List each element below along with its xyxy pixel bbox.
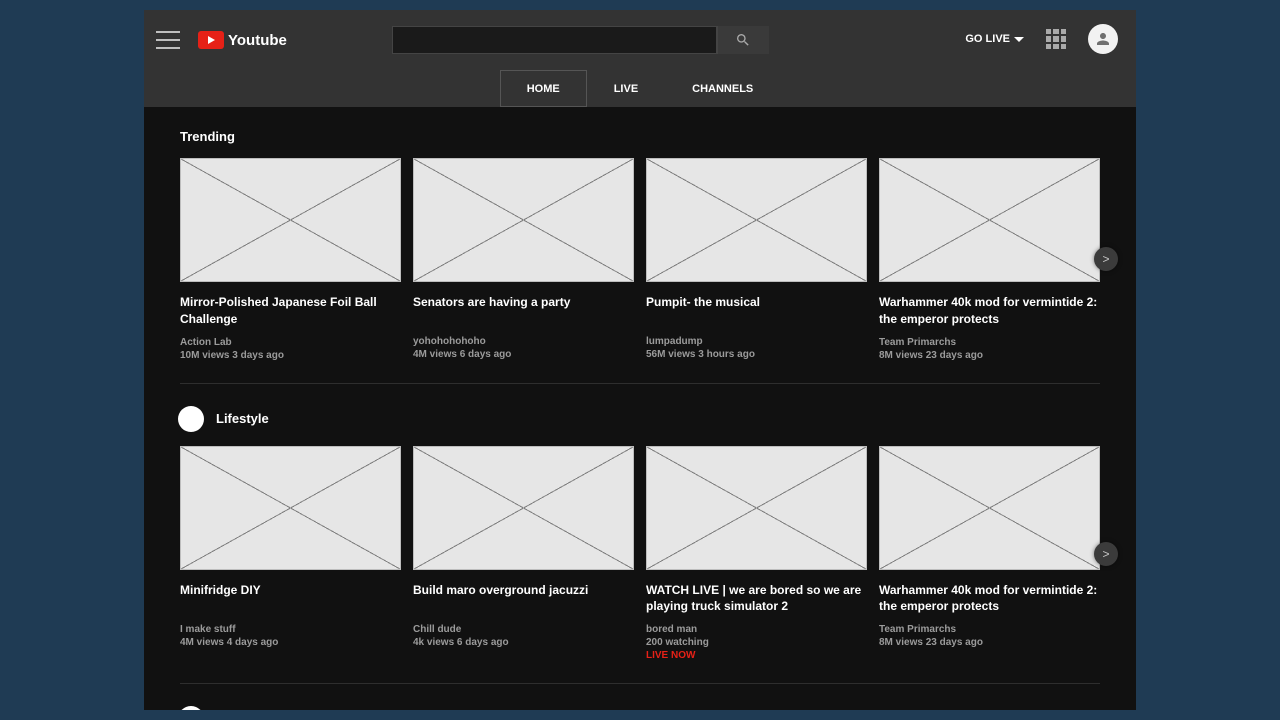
video-card[interactable]: Minifridge DIY I make stuff 4M views 4 d… <box>180 446 401 662</box>
chevron-right-icon: > <box>1102 547 1109 561</box>
video-card[interactable]: Senators are having a party yohohohohoho… <box>413 158 634 361</box>
video-title: Build maro overground jacuzzi <box>413 582 634 614</box>
video-meta: 200 watching <box>646 637 867 648</box>
video-row: Mirror-Polished Japanese Foil Ball Chall… <box>180 158 1100 361</box>
logo[interactable]: Youtube <box>198 31 287 49</box>
app-window: Youtube GO LIVE <box>144 10 1136 710</box>
video-channel: I make stuff <box>180 624 401 635</box>
scroll-next-button[interactable]: > <box>1094 542 1118 566</box>
video-title: WATCH LIVE | we are bored so we are play… <box>646 582 867 614</box>
section-title: Trending <box>180 129 1100 144</box>
header: Youtube GO LIVE <box>144 10 1136 107</box>
video-title: Minifridge DIY <box>180 582 401 614</box>
youtube-play-icon <box>198 31 224 49</box>
video-card[interactable]: Warhammer 40k mod for vermintide 2: the … <box>879 446 1100 662</box>
video-meta: 56M views 3 hours ago <box>646 349 867 360</box>
video-card[interactable]: Warhammer 40k mod for vermintide 2: the … <box>879 158 1100 361</box>
search-button[interactable] <box>717 26 769 54</box>
menu-icon[interactable] <box>156 31 180 49</box>
video-channel: lumpadump <box>646 336 867 347</box>
header-top: Youtube GO LIVE <box>144 10 1136 70</box>
thumbnail <box>180 158 401 282</box>
header-right: GO LIVE <box>965 24 1118 54</box>
video-card[interactable]: Build maro overground jacuzzi Chill dude… <box>413 446 634 662</box>
video-row: Minifridge DIY I make stuff 4M views 4 d… <box>180 446 1100 662</box>
chevron-right-icon: > <box>1102 252 1109 266</box>
video-meta: 10M views 3 days ago <box>180 350 401 361</box>
apps-icon[interactable] <box>1046 29 1066 49</box>
search-input[interactable] <box>392 26 717 54</box>
video-card[interactable]: Pumpit- the musical lumpadump 56M views … <box>646 158 867 361</box>
video-card[interactable]: WATCH LIVE | we are bored so we are play… <box>646 446 867 662</box>
channel-avatar-icon[interactable] <box>178 706 204 710</box>
section-lifestyle: Lifestyle Minifridge DIY I make stuff 4M… <box>180 384 1100 685</box>
user-icon <box>1094 30 1112 48</box>
go-live-label: GO LIVE <box>965 33 1010 45</box>
tab-label: CHANNELS <box>692 83 753 95</box>
video-channel: Chill dude <box>413 624 634 635</box>
video-card[interactable]: Mirror-Polished Japanese Foil Ball Chall… <box>180 158 401 361</box>
live-badge: LIVE NOW <box>646 650 867 661</box>
video-channel: Team Primarchs <box>879 624 1100 635</box>
video-title: Senators are having a party <box>413 294 634 326</box>
video-meta: 8M views 23 days ago <box>879 350 1100 361</box>
thumbnail <box>413 158 634 282</box>
tab-label: LIVE <box>614 83 638 95</box>
video-meta: 4M views 4 days ago <box>180 637 401 648</box>
tab-live[interactable]: LIVE <box>587 70 665 107</box>
thumbnail <box>646 158 867 282</box>
search <box>392 26 769 54</box>
video-title: Pumpit- the musical <box>646 294 867 326</box>
chevron-down-icon <box>1014 37 1024 42</box>
video-channel: bored man <box>646 624 867 635</box>
video-meta: 8M views 23 days ago <box>879 637 1100 648</box>
section-trending: Trending Mirror-Polished Japanese Foil B… <box>180 107 1100 384</box>
brand-text: Youtube <box>228 32 287 49</box>
thumbnail <box>180 446 401 570</box>
go-live-button[interactable]: GO LIVE <box>965 33 1024 45</box>
section-comedy: Comedy <box>180 684 1100 710</box>
section-title-text: Lifestyle <box>216 411 269 426</box>
content-scroll[interactable]: Trending Mirror-Polished Japanese Foil B… <box>144 107 1136 710</box>
thumbnail <box>413 446 634 570</box>
thumbnail <box>879 158 1100 282</box>
video-meta: 4k views 6 days ago <box>413 637 634 648</box>
section-title: Comedy <box>178 706 1100 710</box>
video-channel: Action Lab <box>180 337 401 348</box>
video-title: Warhammer 40k mod for vermintide 2: the … <box>879 294 1100 326</box>
video-channel: yohohohohoho <box>413 336 634 347</box>
section-title: Lifestyle <box>178 406 1100 432</box>
scroll-next-button[interactable]: > <box>1094 247 1118 271</box>
thumbnail <box>646 446 867 570</box>
video-meta: 4M views 6 days ago <box>413 349 634 360</box>
thumbnail <box>879 446 1100 570</box>
search-icon <box>735 32 751 48</box>
video-title: Mirror-Polished Japanese Foil Ball Chall… <box>180 294 401 326</box>
video-channel: Team Primarchs <box>879 337 1100 348</box>
tabs: HOME LIVE CHANNELS <box>144 70 1136 107</box>
tab-channels[interactable]: CHANNELS <box>665 70 780 107</box>
channel-avatar-icon[interactable] <box>178 406 204 432</box>
tab-label: HOME <box>527 83 560 95</box>
tab-home[interactable]: HOME <box>500 70 587 107</box>
avatar[interactable] <box>1088 24 1118 54</box>
video-title: Warhammer 40k mod for vermintide 2: the … <box>879 582 1100 614</box>
